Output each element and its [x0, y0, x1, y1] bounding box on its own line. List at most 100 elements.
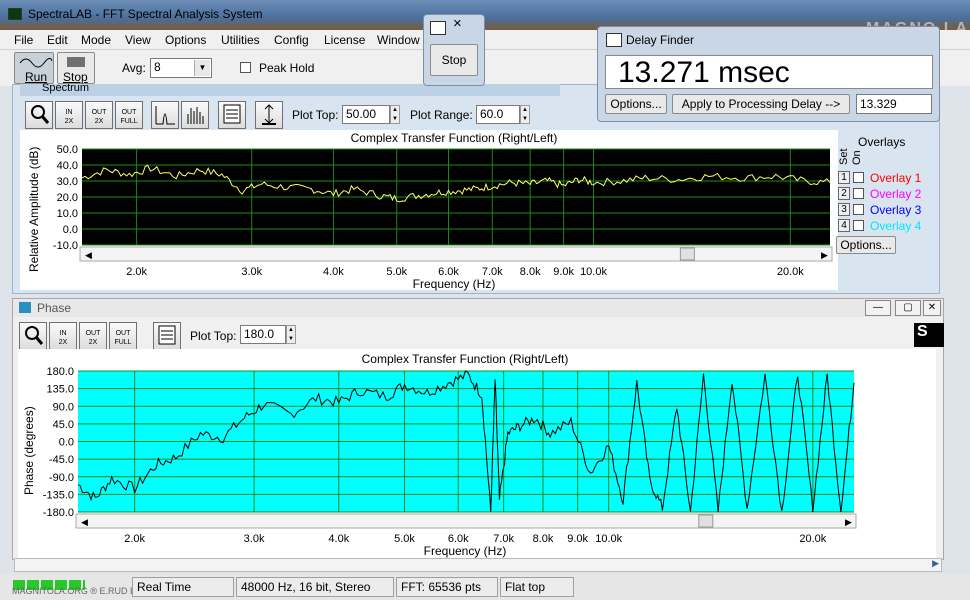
zoom-out-2x-icon[interactable]: OUT 2X: [85, 101, 113, 129]
scroll-thumb: [679, 247, 695, 261]
status-fft: FFT: 65536 pts: [396, 577, 498, 597]
side-panel-toggle-icon[interactable]: S: [914, 323, 944, 347]
y-tick-label: 90.0: [53, 401, 74, 413]
menu-utilities[interactable]: Utilities: [221, 33, 260, 47]
scroll-left-icon: ◀: [85, 250, 92, 260]
phase-plot-top-spinner[interactable]: ▲ ▼: [286, 325, 296, 344]
menu-config[interactable]: Config: [274, 33, 309, 47]
menu-options[interactable]: Options: [165, 33, 206, 47]
y-tick-label: -90.0: [49, 472, 74, 484]
y-tick-label: 50.0: [57, 145, 78, 156]
phase-plot-top-input[interactable]: 180.0: [240, 325, 286, 344]
menu-window[interactable]: Window: [377, 33, 420, 47]
close-icon[interactable]: ×: [453, 15, 462, 32]
y-tick-label: 0.0: [59, 437, 74, 449]
spectrum-plot-top-label: Plot Top:: [292, 108, 339, 122]
delay-value-display: 13.271 msec: [605, 55, 933, 89]
menu-view[interactable]: View: [125, 33, 151, 47]
spectrum-plot-top-input[interactable]: 50.00: [342, 105, 390, 124]
spectrum-options-button[interactable]: Options...: [836, 236, 896, 254]
menu-edit[interactable]: Edit: [47, 33, 68, 47]
y-tick-label: 45.0: [53, 419, 74, 431]
spectrum-plot-top-spinner[interactable]: ▲ ▼: [390, 105, 400, 124]
y-tick-label: 30.0: [57, 176, 78, 188]
apply-delay-button[interactable]: Apply to Processing Delay -->: [672, 94, 850, 114]
delay-finder-window: Delay Finder 13.271 msec Options... Appl…: [597, 26, 940, 122]
waveform-icon: [430, 21, 446, 35]
status-window: Flat top: [500, 577, 574, 597]
zoom-icon[interactable]: [25, 101, 53, 129]
plot-range-input[interactable]: 60.0: [476, 105, 520, 124]
overlay-label: Overlay 1: [870, 171, 922, 185]
overlay-set-button[interactable]: 4: [838, 219, 850, 232]
phase-window-icon: [19, 302, 31, 313]
waveform-icon: [606, 33, 622, 47]
run-button[interactable]: Run: [14, 52, 54, 84]
y-tick-label: 135.0: [46, 384, 74, 396]
scroll-right-icon: ▶: [845, 517, 852, 527]
zoom-out-full-icon[interactable]: OUT FULL: [115, 101, 143, 129]
plot-range-spinner[interactable]: ▲ ▼: [520, 105, 530, 124]
sine-wave-icon: [19, 57, 53, 68]
table-icon[interactable]: [218, 101, 246, 129]
overlay-set-button[interactable]: 1: [838, 171, 850, 184]
app-icon: [8, 8, 22, 20]
zoom-in-2x-icon[interactable]: IN 2X: [55, 101, 83, 129]
stop-icon: [67, 57, 85, 67]
spectrum-ylabel: Relative Amplitude (dB): [27, 146, 41, 272]
zoom-icon[interactable]: [19, 322, 47, 350]
status-mode: Real Time: [132, 577, 234, 597]
overlay-set-button[interactable]: 3: [838, 203, 850, 216]
overlay-on-checkbox[interactable]: [853, 220, 864, 231]
spectrum-chart-title: Complex Transfer Function (Right/Left): [350, 131, 558, 145]
phase-chart: 180.0 135.0 90.0 45.0 0.0 -45.0 -90.0 -135.0 -18…: [43, 366, 857, 545]
scroll-thumb: [698, 514, 714, 528]
y-tick-label: -45.0: [49, 454, 74, 466]
y-tick-label: 10.0: [57, 208, 78, 220]
scroll-right-icon[interactable]: ▶: [932, 558, 939, 569]
phase-title: Phase: [37, 301, 72, 315]
overlays-title: Overlays: [858, 135, 906, 149]
peak-hold-checkbox[interactable]: [240, 62, 251, 73]
scroll-right-icon: ▶: [821, 250, 828, 260]
zoom-out-full-icon[interactable]: OUT FULL: [109, 322, 137, 350]
zoom-in-2x-icon[interactable]: IN 2X: [49, 322, 77, 350]
overlay-on-checkbox[interactable]: [853, 204, 864, 215]
plot-range-label: Plot Range:: [410, 108, 473, 122]
overlay-label: Overlay 3: [870, 203, 922, 217]
chevron-down-icon[interactable]: ▼: [194, 60, 210, 76]
minimize-icon[interactable]: —: [865, 300, 891, 316]
delay-options-button[interactable]: Options...: [605, 94, 667, 114]
avg-select[interactable]: 8 ▼: [150, 58, 212, 78]
bars-icon[interactable]: [181, 101, 209, 129]
zoom-out-2x-icon[interactable]: OUT 2X: [79, 322, 107, 350]
table-icon[interactable]: [153, 322, 181, 350]
overlay-on-checkbox[interactable]: [853, 172, 864, 183]
peak-hold-label: Peak Hold: [259, 61, 315, 75]
y-tick-label: 20.0: [57, 192, 78, 204]
processing-delay-input[interactable]: 13.329: [856, 94, 932, 114]
phase-titlebar: Phase — ▢ ✕: [13, 299, 943, 317]
autoscale-icon[interactable]: [255, 101, 283, 129]
status-format: 48000 Hz, 16 bit, Stereo: [236, 577, 394, 597]
stop-dialog-button[interactable]: Stop: [430, 44, 478, 76]
menu-mode[interactable]: Mode: [81, 33, 111, 47]
menu-license[interactable]: License: [324, 33, 365, 47]
overlay-label: Overlay 2: [870, 187, 922, 201]
close-icon[interactable]: ✕: [923, 300, 941, 316]
y-tick-label: -180.0: [43, 507, 74, 519]
avg-value: 8: [154, 60, 161, 74]
phase-chart-title: Complex Transfer Function (Right/Left): [361, 352, 569, 366]
y-tick-label: -135.0: [43, 489, 74, 501]
overlay-on-checkbox[interactable]: [853, 188, 864, 199]
stop-button[interactable]: Stop: [57, 52, 95, 84]
chart-scrollbar: [79, 246, 833, 262]
y-tick-label: -10.0: [53, 240, 78, 252]
y-tick-label: 0.0: [63, 224, 78, 236]
peak-icon[interactable]: [151, 101, 179, 129]
maximize-icon[interactable]: ▢: [895, 300, 921, 316]
overlay-set-button[interactable]: 2: [838, 187, 850, 200]
stop-dialog: × Stop: [423, 14, 485, 86]
menu-file[interactable]: File: [14, 33, 33, 47]
horizontal-scrollbar[interactable]: ▶: [14, 558, 942, 572]
